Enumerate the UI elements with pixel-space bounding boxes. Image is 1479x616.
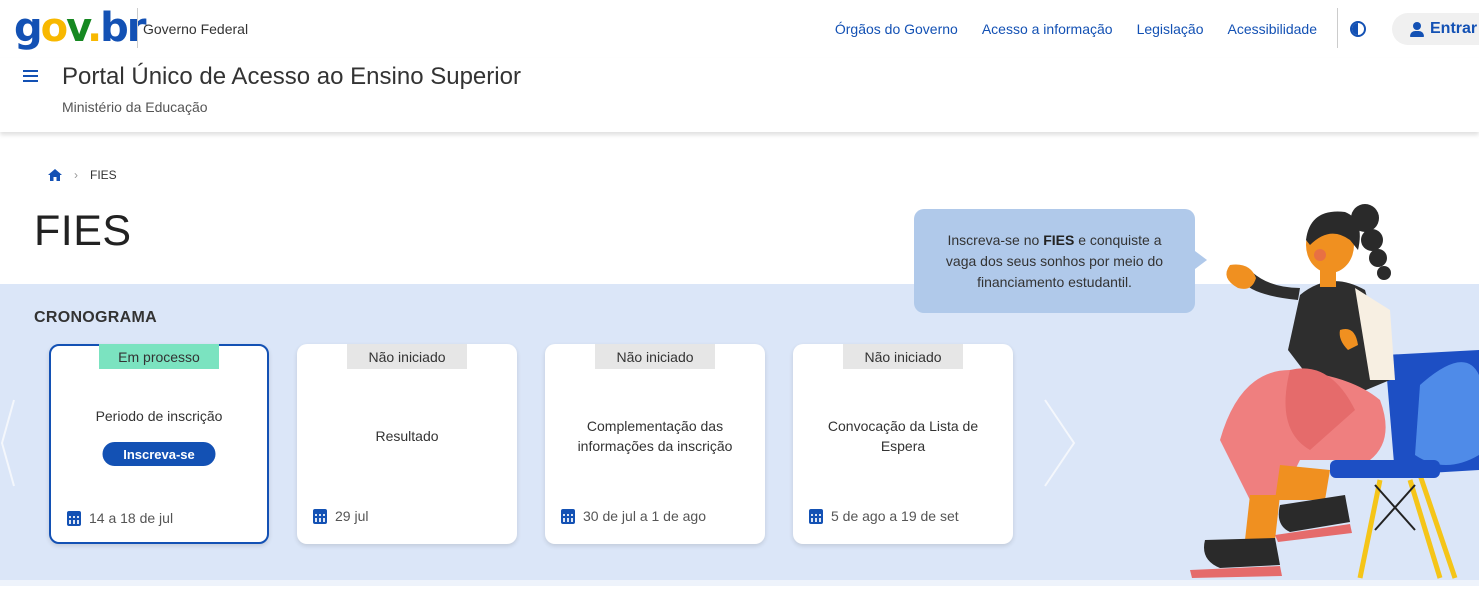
- portal-title: Portal Único de Acesso ao Ensino Superio…: [62, 63, 521, 90]
- contrast-icon[interactable]: [1350, 21, 1366, 37]
- status-badge: Não iniciado: [347, 344, 467, 369]
- card-label: Convocação da Lista de Espera: [827, 418, 979, 454]
- logo-letter-o: o: [40, 5, 69, 51]
- link-acessibilidade[interactable]: Acessibilidade: [1228, 21, 1318, 37]
- status-badge: Não iniciado: [843, 344, 963, 369]
- calendar-icon: [809, 508, 823, 524]
- card-date: 30 de jul a 1 de ago: [561, 508, 706, 524]
- breadcrumb: › FIES: [48, 168, 117, 182]
- logo-letter-g: g: [14, 5, 43, 51]
- gov-federal-label: Governo Federal: [143, 21, 249, 37]
- top-links: Órgãos do Governo Acesso a informação Le…: [835, 21, 1317, 37]
- link-orgaos-governo[interactable]: Órgãos do Governo: [835, 21, 958, 37]
- card-date: 5 de ago a 19 de set: [809, 508, 959, 524]
- calendar-icon: [313, 508, 327, 524]
- card-date: 14 a 18 de jul: [67, 510, 173, 526]
- card-label: Complementação das informações da inscri…: [577, 418, 733, 454]
- login-button[interactable]: Entrar: [1392, 13, 1479, 45]
- home-icon[interactable]: [48, 169, 62, 181]
- date-text: 5 de ago a 19 de set: [831, 508, 959, 524]
- cronograma-title: CRONOGRAMA: [34, 309, 157, 326]
- calendar-icon: [561, 508, 575, 524]
- card-date: 29 jul: [313, 508, 368, 524]
- menu-icon[interactable]: [23, 70, 38, 82]
- ministry-subtitle: Ministério da Educação: [62, 99, 208, 115]
- chevron-right-icon: ›: [74, 168, 78, 182]
- logo-letter-v: v: [66, 5, 89, 51]
- page-title: FIES: [34, 207, 132, 255]
- gov-br-logo[interactable]: gov.br: [14, 4, 147, 52]
- speech-bubble: Inscreva-se no FIES e conquiste a vaga d…: [914, 209, 1207, 313]
- bubble-text: Inscreva-se no FIES e conquiste a vaga d…: [934, 230, 1175, 293]
- bubble-prefix: Inscreva-se no: [947, 231, 1044, 248]
- schedule-card-resultado[interactable]: Não iniciado Resultado 29 jul: [297, 344, 517, 544]
- breadcrumb-current: FIES: [90, 168, 117, 182]
- chevron-right-icon[interactable]: [1040, 398, 1078, 488]
- login-label: Entrar: [1430, 20, 1478, 37]
- site-header: Portal Único de Acesso ao Ensino Superio…: [0, 58, 1479, 132]
- date-text: 30 de jul a 1 de ago: [583, 508, 706, 524]
- date-text: 14 a 18 de jul: [89, 510, 174, 526]
- date-text: 29 jul: [335, 508, 369, 524]
- schedule-card-complementacao[interactable]: Não iniciado Complementação das informaç…: [545, 344, 765, 544]
- chevron-left-icon[interactable]: [0, 398, 16, 488]
- link-acesso-informacao[interactable]: Acesso a informação: [982, 21, 1113, 37]
- bubble-bold: FIES: [1043, 231, 1075, 248]
- top-bar: gov.br Governo Federal Órgãos do Governo…: [0, 0, 1479, 58]
- status-badge: Não iniciado: [595, 344, 715, 369]
- header-divider: [1337, 8, 1338, 48]
- section-divider: [0, 580, 1479, 586]
- link-legislacao[interactable]: Legislação: [1137, 21, 1204, 37]
- schedule-card-lista-espera[interactable]: Não iniciado Convocação da Lista de Espe…: [793, 344, 1013, 544]
- schedule-card-inscricao[interactable]: Em processo Periodo de inscrição Inscrev…: [49, 344, 269, 544]
- student-illustration: [1190, 204, 1479, 579]
- status-badge: Em processo: [99, 344, 219, 369]
- logo-dot: .: [86, 5, 102, 51]
- inscreva-se-button[interactable]: Inscreva-se: [102, 442, 216, 466]
- card-label: Periodo de inscrição: [95, 408, 223, 424]
- user-icon: [1410, 21, 1424, 37]
- logo-divider: [137, 8, 138, 48]
- calendar-icon: [67, 510, 81, 526]
- card-label: Resultado: [375, 428, 439, 444]
